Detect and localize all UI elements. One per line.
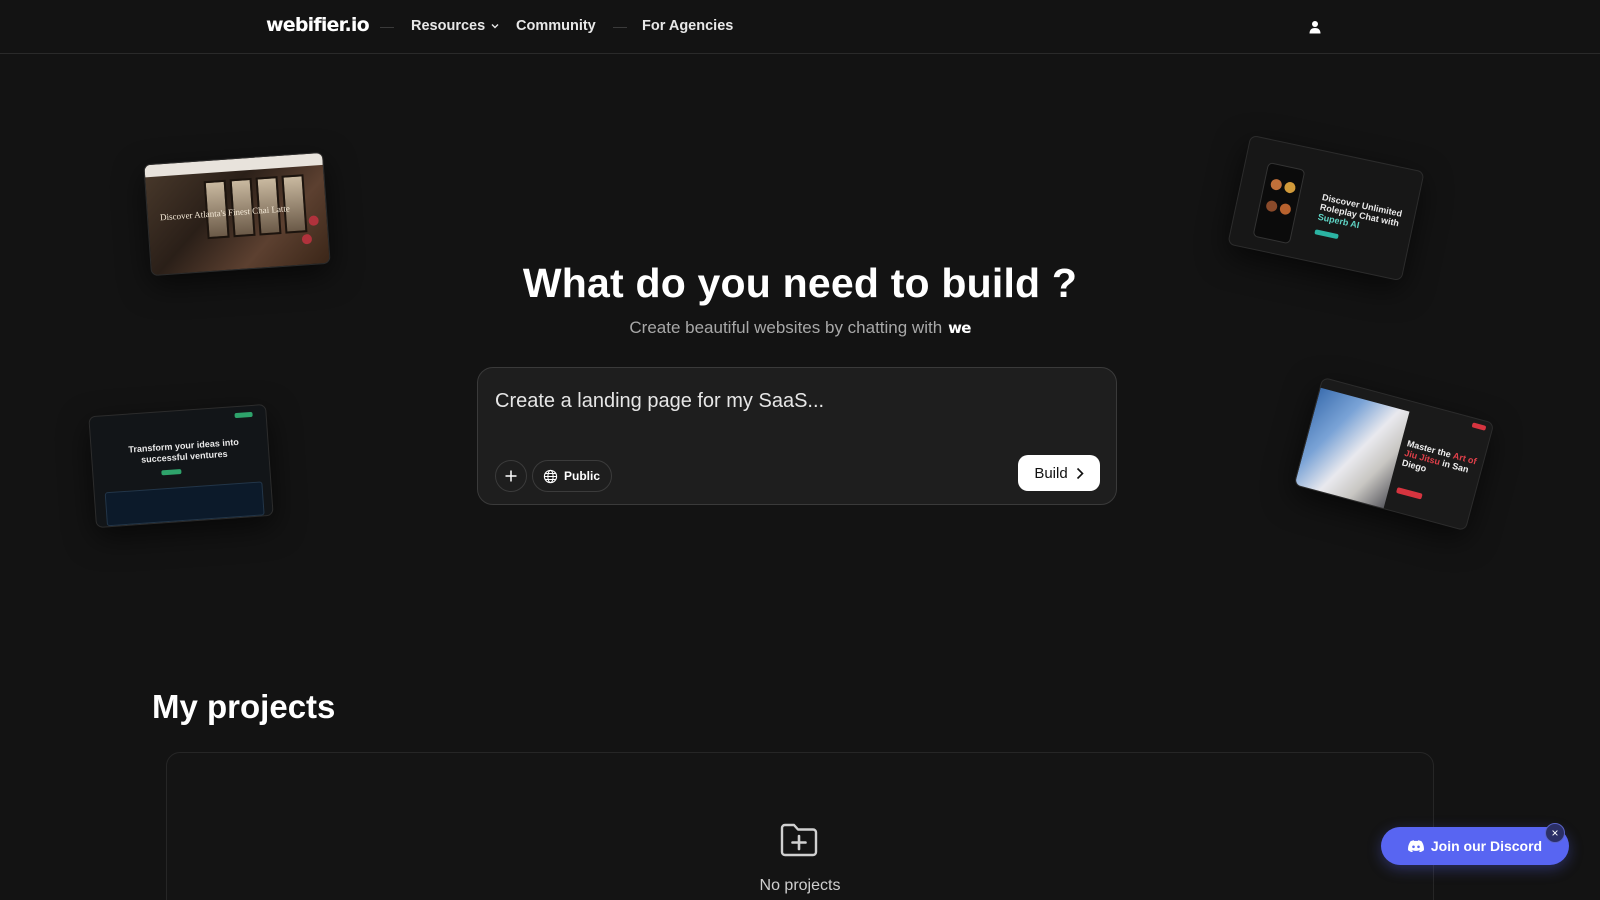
projects-section-title: My projects (152, 688, 336, 725)
discord-icon (1407, 840, 1424, 852)
preview-photo (1294, 387, 1410, 511)
template-preview-jiu-jitsu: Master the Art of Jiu Jitsu in San Diego (1293, 376, 1495, 532)
empty-projects-text: No projects (759, 877, 841, 894)
hero-title: What do you need to build ? (522, 260, 1078, 306)
build-button[interactable]: Build (1018, 455, 1100, 491)
folder-plus-icon (780, 823, 818, 857)
join-discord-button[interactable]: Join our Discord (1381, 827, 1569, 865)
visibility-label: Public (564, 469, 601, 483)
nav-community-label: Community (516, 18, 596, 34)
template-preview-saas: Transform your ideas into successful ven… (88, 403, 274, 529)
nav-community[interactable]: Community (516, 18, 596, 34)
chevron-right-icon (1076, 467, 1084, 479)
nav-resources[interactable]: Resources (411, 18, 500, 34)
preview-chip (1471, 422, 1487, 431)
nav-divider (613, 27, 627, 28)
close-discord-button[interactable]: × (1545, 823, 1565, 843)
close-icon: × (1551, 826, 1559, 840)
top-nav: webifier.io Resources Community For Agen… (0, 0, 1600, 54)
hero-subtitle: Create beautiful websites by chatting wi… (0, 318, 1600, 338)
preview-dashboard-panel (104, 481, 265, 527)
preview-cta-pill (1314, 229, 1339, 240)
build-button-label: Build (1034, 464, 1068, 482)
preview-phone-mockup (1252, 161, 1306, 245)
preview-avatar-shape (1269, 178, 1283, 192)
user-menu-button[interactable] (1305, 16, 1325, 38)
site-logo[interactable]: webifier.io (266, 14, 370, 36)
nav-for-agencies[interactable]: For Agencies (642, 18, 733, 34)
we-logo-icon: we (948, 319, 971, 337)
nav-resources-label: Resources (411, 18, 486, 34)
preview-avatar-shape (1265, 199, 1279, 213)
prompt-input[interactable] (495, 386, 1095, 416)
preview-avatar-shape (1283, 181, 1297, 195)
user-icon (1309, 21, 1321, 34)
nav-divider (380, 27, 394, 28)
prompt-box: Public Build (477, 367, 1117, 505)
preview-cta-pill (161, 468, 182, 476)
hero-subtitle-text: Create beautiful websites by chatting wi… (629, 318, 943, 337)
preview-flower-shape (301, 233, 313, 245)
preview-saas-text: Transform your ideas into successful ven… (128, 436, 240, 465)
template-preview-cafe: Discover Atlanta's Finest Chai Latte (143, 151, 331, 277)
preview-cta-pill (1396, 487, 1423, 500)
visibility-toggle-button[interactable]: Public (532, 460, 613, 492)
preview-browser-bar (144, 152, 323, 178)
plus-icon (505, 470, 517, 482)
join-discord-label: Join our Discord (1430, 838, 1543, 854)
preview-chip (234, 411, 253, 419)
globe-icon (543, 469, 558, 483)
preview-flower-shape (308, 215, 319, 227)
add-attachment-button[interactable] (495, 460, 527, 492)
nav-agencies-label: For Agencies (642, 18, 734, 34)
chevron-down-icon (491, 24, 499, 29)
preview-jj-text: Master the Art of Jiu Jitsu in San Diego (1401, 438, 1484, 487)
preview-avatar-shape (1278, 202, 1292, 216)
